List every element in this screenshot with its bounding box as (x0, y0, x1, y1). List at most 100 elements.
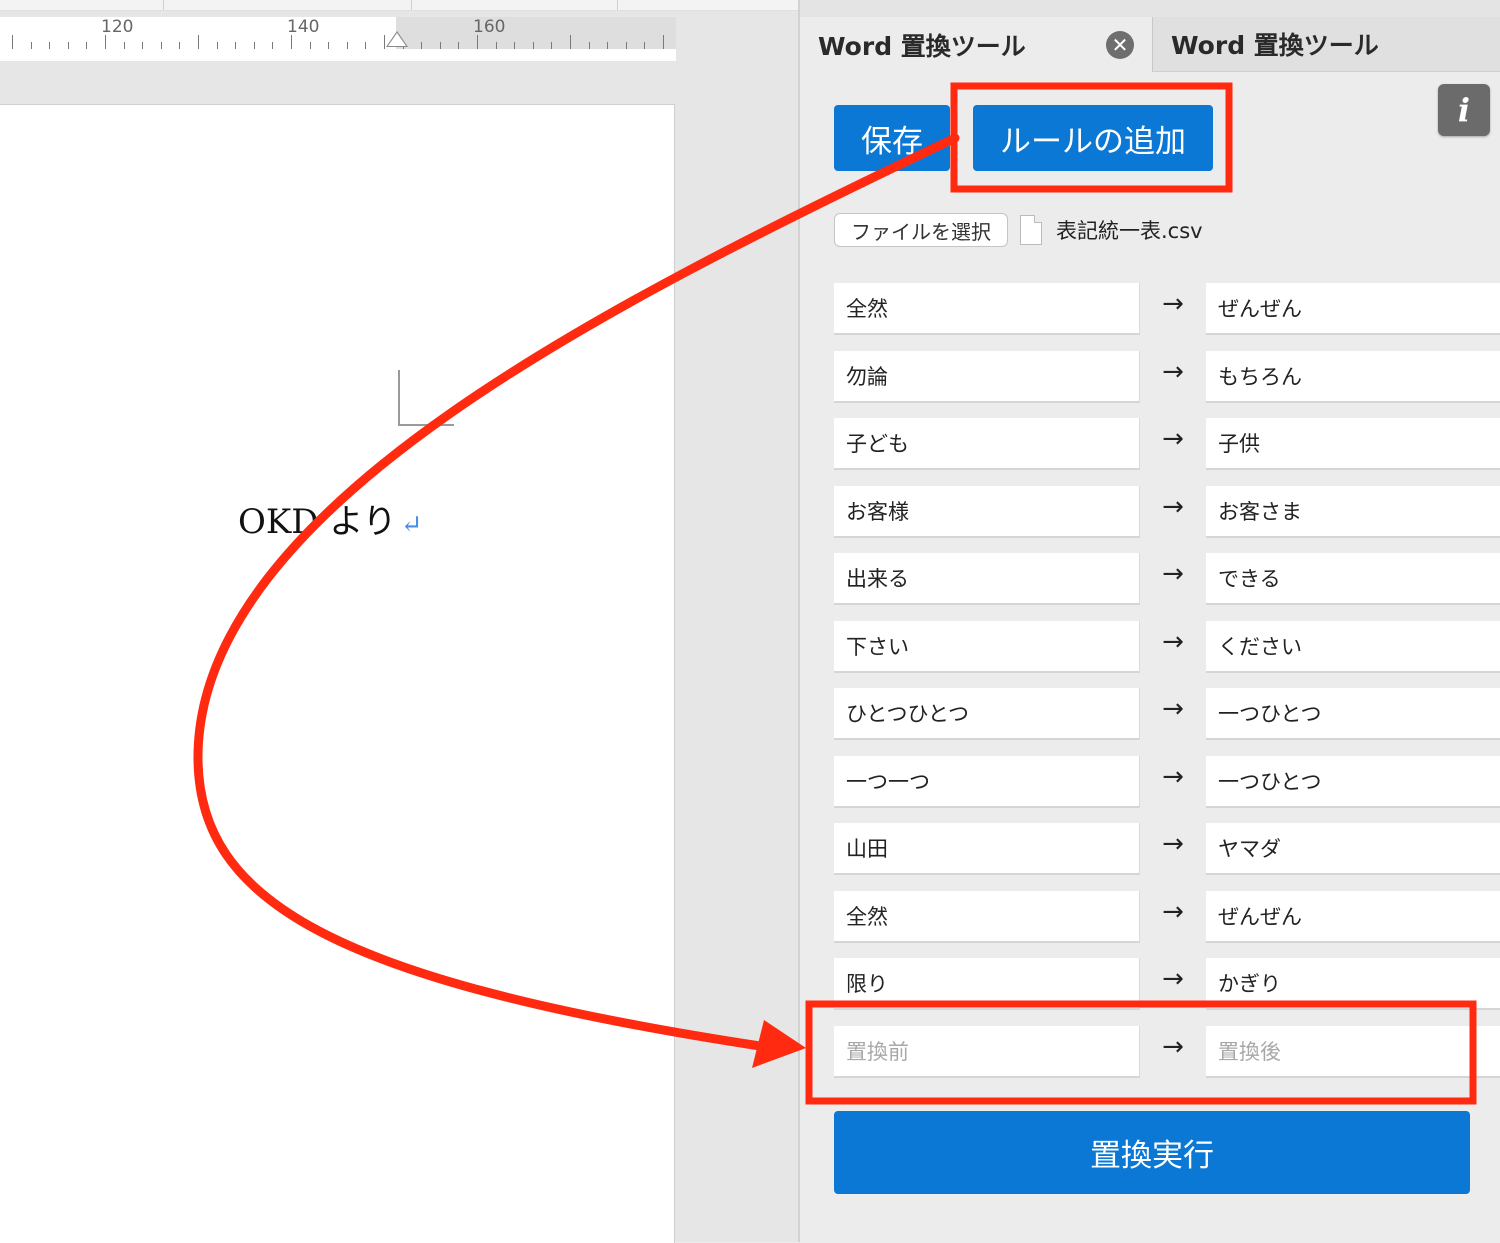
rule-after-input[interactable]: ぜんぜん (1206, 283, 1500, 335)
rule-row: 全然 → ぜんぜん (834, 283, 1500, 335)
ruler-tick (607, 42, 608, 49)
rule-after-input[interactable]: かぎり (1206, 958, 1500, 1010)
rule-after-input[interactable]: ヤマダ (1206, 823, 1500, 875)
ruler-tick (68, 42, 69, 49)
close-icon[interactable]: ✕ (1106, 31, 1134, 59)
rule-after-input[interactable]: 一つひとつ (1206, 756, 1500, 808)
ruler-tick (458, 42, 459, 49)
rule-before-input[interactable]: 全然 (834, 283, 1140, 335)
choose-file-button[interactable]: ファイルを選択 (834, 213, 1008, 247)
rule-after-input[interactable]: ください (1206, 621, 1500, 673)
margin-corner-mark (398, 370, 454, 426)
ruler-tick (365, 42, 366, 49)
run-replace-button[interactable]: 置換実行 (834, 1111, 1470, 1194)
ruler-tick (49, 42, 50, 49)
ruler-tick (161, 42, 162, 49)
rule-after-input[interactable]: ぜんぜん (1206, 891, 1500, 943)
ruler-tick (421, 42, 422, 49)
rule-before-input[interactable]: ひとつひとつ (834, 688, 1140, 740)
right-arrow-icon: → (1162, 1032, 1184, 1062)
ruler-label: 160 (473, 17, 506, 37)
right-arrow-icon: → (1162, 424, 1184, 454)
ruler-tick (310, 42, 311, 49)
horizontal-ruler[interactable]: 120 140 160 (0, 17, 676, 50)
ruler-tick (31, 42, 32, 49)
right-arrow-icon: → (1162, 289, 1184, 319)
document-text-line[interactable]: OKD より ↵ (238, 494, 422, 543)
ruler-tick (644, 42, 645, 49)
right-arrow-icon: → (1162, 897, 1184, 927)
indent-marker-fill (388, 33, 406, 46)
ruler-tick (663, 35, 664, 49)
rule-row: 一つ一つ → 一つひとつ (834, 756, 1500, 808)
rule-after-input[interactable]: できる (1206, 553, 1500, 605)
file-icon (1020, 215, 1042, 245)
ruler-tick (533, 42, 534, 49)
rule-after-input[interactable]: もちろん (1206, 351, 1500, 403)
ruler-tick (217, 42, 218, 49)
rule-after-input[interactable]: 子供 (1206, 418, 1500, 470)
rule-before-input[interactable]: 出来る (834, 553, 1140, 605)
tab-label: Word 置換ツール (818, 31, 1026, 61)
right-arrow-icon: → (1162, 627, 1184, 657)
rule-row: 出来る → できる (834, 553, 1500, 605)
rule-before-input[interactable]: 下さい (834, 621, 1140, 673)
ruler-tick (12, 35, 13, 49)
rule-before-input[interactable]: 一つ一つ (834, 756, 1140, 808)
rule-row: 限り → かぎり (834, 958, 1500, 1010)
ruler-label: 140 (287, 17, 320, 37)
ruler-tick (514, 42, 515, 49)
ruler-tick (142, 42, 143, 49)
ruler-tick (477, 35, 478, 49)
rule-row: 下さい → ください (834, 621, 1500, 673)
rule-before-input[interactable]: 勿論 (834, 351, 1140, 403)
selected-file-name: 表記統一表.csv (1056, 219, 1203, 243)
ruler-tick (198, 35, 199, 49)
tab-word-replace-inactive[interactable]: Word 置換ツール (1152, 17, 1500, 72)
new-rule-after-input[interactable]: 置換後 (1206, 1026, 1500, 1078)
rule-after-input[interactable]: 一つひとつ (1206, 688, 1500, 740)
file-picker-row: ファイルを選択 表記統一表.csv (834, 212, 1203, 248)
ruler-tick (570, 35, 571, 49)
ruler-tick (551, 42, 552, 49)
ruler-tick (347, 42, 348, 49)
rule-row: 勿論 → もちろん (834, 351, 1500, 403)
info-icon[interactable]: i (1438, 84, 1490, 136)
ruler-tick (235, 42, 236, 49)
rule-row: 全然 → ぜんぜん (834, 891, 1500, 943)
ruler-tick (86, 42, 87, 49)
ruler-tick (254, 42, 255, 49)
tab-label: Word 置換ツール (1171, 31, 1379, 60)
top-ruler-strip (0, 0, 800, 11)
right-arrow-icon: → (1162, 694, 1184, 724)
document-page[interactable] (0, 104, 675, 1243)
rule-before-input[interactable]: お客様 (834, 486, 1140, 538)
ruler-tick (589, 42, 590, 49)
rule-row: 山田 → ヤマダ (834, 823, 1500, 875)
rule-row: お客様 → お客さま (834, 486, 1500, 538)
rule-before-input[interactable]: 限り (834, 958, 1140, 1010)
rule-before-input[interactable]: 山田 (834, 823, 1140, 875)
right-arrow-icon: → (1162, 762, 1184, 792)
add-rule-button[interactable]: ルールの追加 (973, 105, 1213, 171)
tab-word-replace-active[interactable]: Word 置換ツール ✕ (800, 17, 1152, 72)
ruler-tick (328, 42, 329, 49)
word-document-area: 120 140 160 OKD より ↵ (0, 0, 800, 1243)
pane-tab-strip: Word 置換ツール ✕ Word 置換ツール (800, 0, 1500, 72)
rule-before-input[interactable]: 子ども (834, 418, 1140, 470)
right-arrow-icon: → (1162, 829, 1184, 859)
right-arrow-icon: → (1162, 492, 1184, 522)
new-rule-before-input[interactable]: 置換前 (834, 1026, 1140, 1078)
ruler-tick (496, 42, 497, 49)
ruler-tick (179, 42, 180, 49)
new-rule-row: 置換前 → 置換後 (834, 1026, 1500, 1078)
ruler-label: 120 (101, 17, 134, 37)
document-text: OKD より (238, 502, 397, 542)
right-arrow-icon: → (1162, 357, 1184, 387)
paragraph-return-icon: ↵ (400, 510, 423, 540)
rule-before-input[interactable]: 全然 (834, 891, 1140, 943)
save-button[interactable]: 保存 (834, 105, 950, 171)
right-arrow-icon: → (1162, 559, 1184, 589)
rule-after-input[interactable]: お客さま (1206, 486, 1500, 538)
rule-row: 子ども → 子供 (834, 418, 1500, 470)
